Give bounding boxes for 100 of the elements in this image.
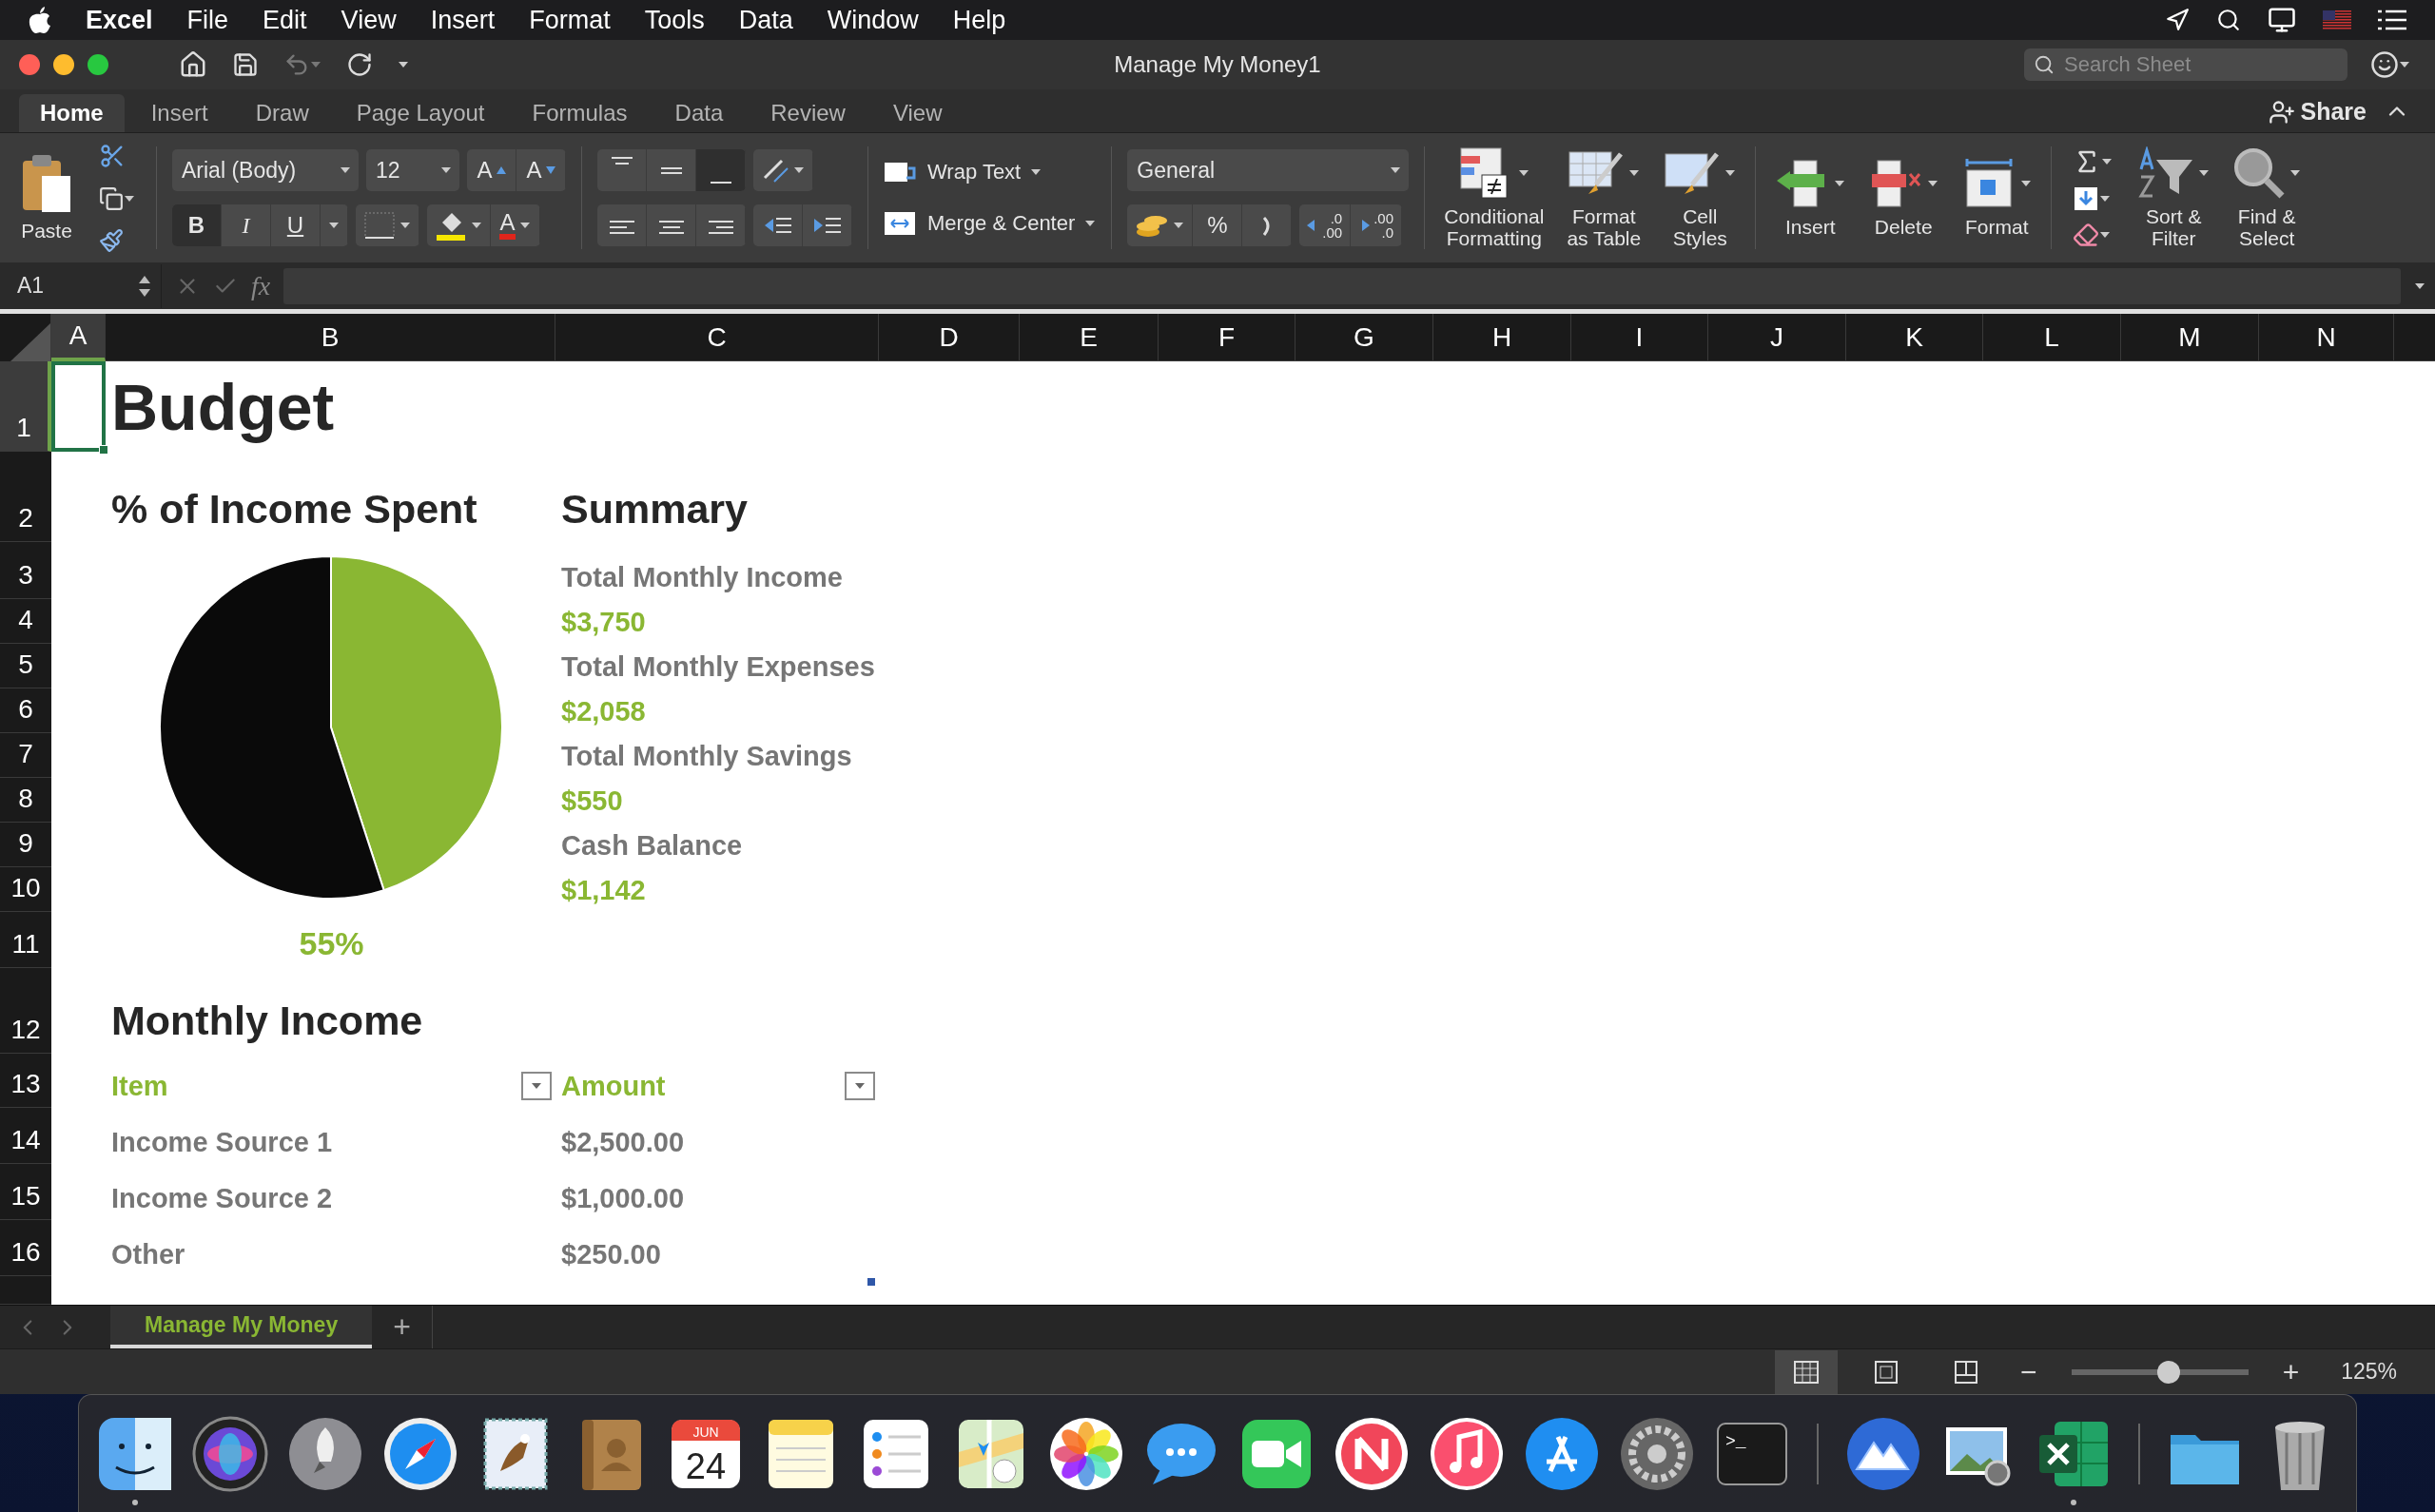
flag-icon[interactable] [2323,10,2351,29]
row-header[interactable]: 12 [0,968,51,1054]
caret-icon [518,222,531,229]
row-header[interactable]: 7 [0,733,51,778]
ribbon-button[interactable]: Cell Styles [1660,145,1741,250]
row-header[interactable]: 9 [0,823,51,867]
ribbon-tab[interactable]: Draw [234,94,330,132]
caret-icon [2020,180,2033,188]
bold-button[interactable]: B [172,204,222,246]
fill-handle[interactable] [99,445,108,455]
ribbon-tab[interactable]: Formulas [511,94,649,132]
ribbon-tab[interactable]: Data [653,94,745,132]
column-header[interactable]: J [1708,314,1846,361]
zoom-button[interactable] [88,54,108,75]
column-header[interactable]: C [555,314,879,361]
view-button[interactable] [1775,1349,1839,1394]
increase-decimal-button[interactable]: .0 .00 [1299,204,1352,246]
ribbon-tab[interactable]: Page Layout [335,94,506,132]
row-header[interactable]: 6 [0,688,51,733]
ribbon-tab[interactable]: Home [19,94,125,132]
row-header[interactable]: 3 [0,542,51,599]
ribbon-button[interactable]: Conditional Formatting [1440,145,1549,250]
row-header[interactable]: 13 [0,1054,51,1108]
column-header[interactable]: F [1159,314,1295,361]
decrease-decimal-button[interactable]: .00 .0 [1351,204,1402,246]
caret-icon [854,1082,866,1090]
calendar-month: JUN [692,1424,719,1440]
menu-item[interactable]: Edit [263,5,307,35]
sheet-tab[interactable]: Manage My Money [110,1306,373,1348]
filter-button[interactable] [845,1072,875,1100]
row-header[interactable]: 5 [0,644,51,688]
column-header[interactable]: G [1295,314,1433,361]
ribbon-tab[interactable]: Review [750,94,867,132]
share-button[interactable]: Share [2262,97,2372,126]
filter-button[interactable] [521,1072,552,1100]
name-box[interactable]: A1 [0,263,162,308]
column-header[interactable]: K [1846,314,1983,361]
minimize-button[interactable] [53,54,74,75]
row-header[interactable]: 1 [0,361,51,452]
menu-item[interactable]: Data [738,5,793,35]
row-header[interactable]: 11 [0,912,51,968]
italic-button[interactable]: I [222,204,271,246]
row-header[interactable]: 16 [0,1220,51,1276]
column-header[interactable]: I [1571,314,1708,361]
row-header[interactable]: 2 [0,452,51,542]
row-header[interactable]: 10 [0,867,51,912]
column-header[interactable]: E [1020,314,1159,361]
terminal-prompt: >_ [1725,1431,1746,1451]
row-header[interactable]: 8 [0,778,51,823]
menu-item[interactable]: Window [827,5,919,35]
paste-button[interactable]: Paste [15,153,78,242]
search-icon[interactable] [2216,8,2241,32]
location-arrow-icon[interactable] [2165,8,2190,32]
column-header[interactable]: M [2121,314,2259,361]
menu-item[interactable]: Help [952,5,1006,35]
zoom-in-button[interactable]: + [2276,1355,2306,1388]
zoom-level: 125% [2341,1359,2397,1385]
app-menu[interactable]: Excel [86,5,153,35]
ribbon-tab[interactable]: Insert [129,94,229,132]
apple-icon[interactable] [29,7,51,33]
ribbon-tab[interactable]: View [871,94,964,132]
font-size-dropdown[interactable]: 12 [366,149,459,191]
menu-item[interactable]: Format [529,5,611,35]
row-header[interactable]: 14 [0,1108,51,1164]
table-cell-text: Total Monthly Income [560,561,844,594]
row-header[interactable]: 15 [0,1164,51,1220]
wrap-text-button[interactable]: Wrap Text [884,159,1097,185]
column-header[interactable]: D [879,314,1020,361]
zoom-out-button[interactable]: − [2015,1355,2043,1388]
column-header[interactable]: N [2259,314,2394,361]
list-icon[interactable] [2378,10,2406,30]
menu-item[interactable]: Tools [644,5,705,35]
find-select-button[interactable]: Find & Select [2229,145,2306,250]
menu-item[interactable]: Insert [430,5,496,35]
column-header[interactable]: B [106,314,555,361]
merge-center-button[interactable]: Merge & Center [884,210,1097,237]
ribbon-button[interactable]: Format as Table [1563,145,1646,250]
row-header[interactable]: 4 [0,599,51,644]
caret-icon [1724,168,1737,177]
underline-button[interactable]: U [271,204,321,246]
function-label[interactable]: fx [251,270,271,301]
selected-cell[interactable] [51,361,106,452]
grow-font-button[interactable]: A [467,149,516,191]
number-format-dropdown[interactable]: General [1127,149,1410,191]
ribbon-button[interactable]: Insert [1771,157,1850,239]
search-field[interactable]: Search Sheet [2024,48,2347,81]
shrink-font-button[interactable]: A [516,149,566,191]
display-icon[interactable] [2268,6,2296,34]
ribbon-button[interactable]: Delete [1864,157,1943,239]
close-button[interactable] [19,54,40,75]
menu-item[interactable]: File [186,5,229,35]
column-header[interactable]: H [1433,314,1571,361]
font-dropdown[interactable]: Arial (Body) [172,149,359,191]
column-header[interactable]: L [1983,314,2121,361]
column-header[interactable]: A [51,314,106,361]
sort-filter-button[interactable]: Sort & Filter [2133,145,2214,250]
slider-thumb[interactable] [2156,1360,2180,1384]
resize-handle[interactable] [867,1278,875,1286]
ribbon-button[interactable]: Format [1958,157,2036,239]
menu-item[interactable]: View [341,5,397,35]
